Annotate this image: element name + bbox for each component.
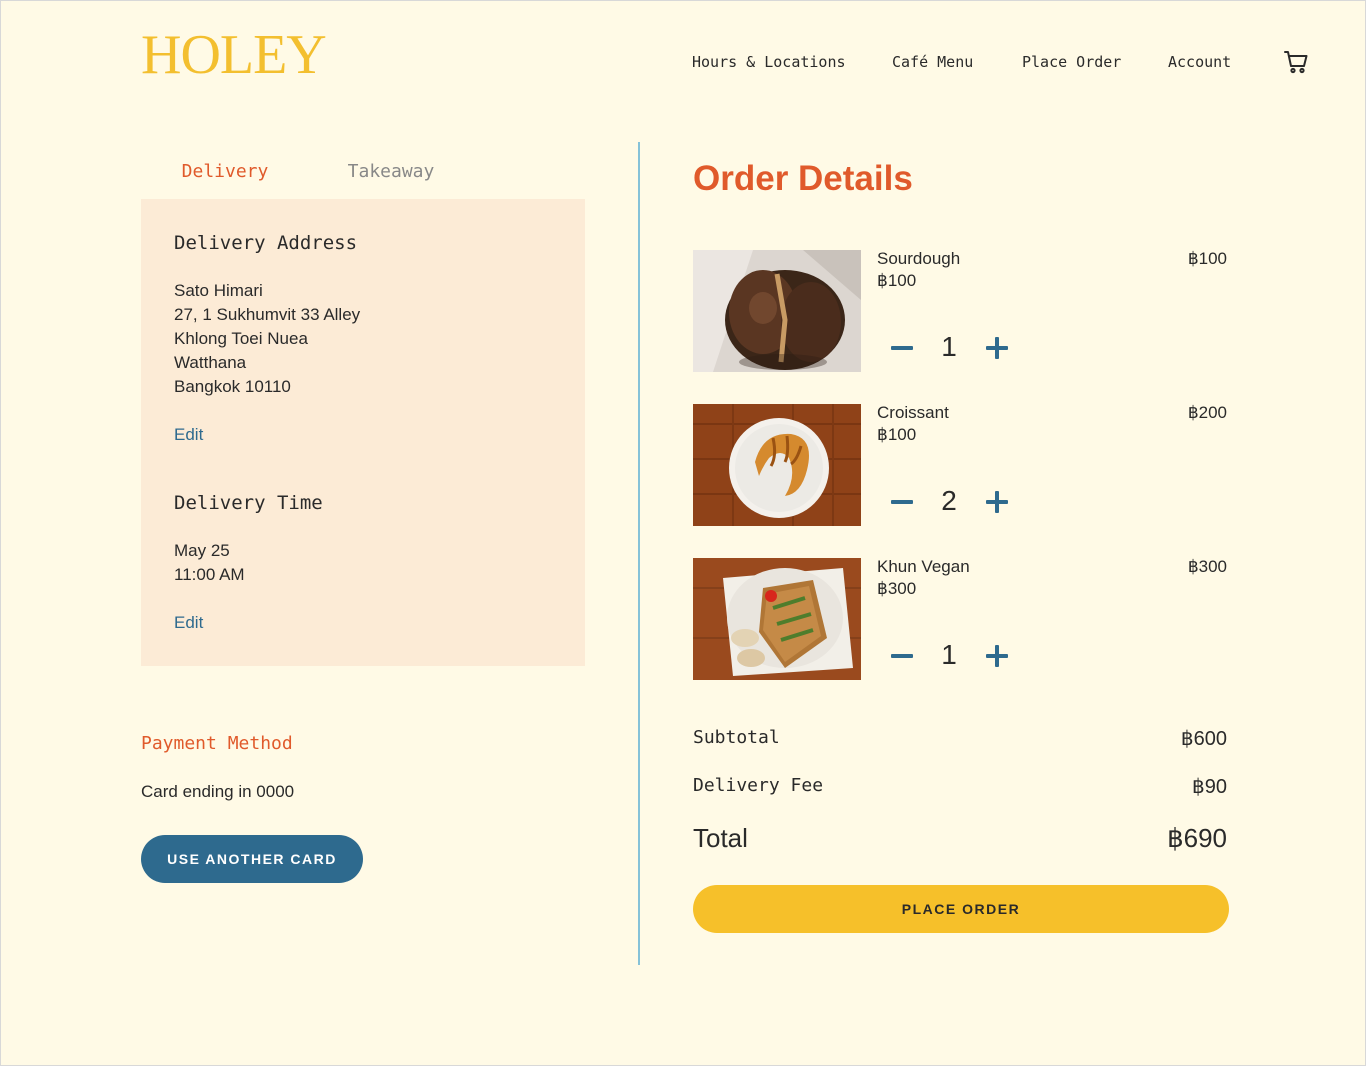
nav-hours-locations[interactable]: Hours & Locations — [692, 53, 846, 71]
item-line-total: ฿100 — [1187, 249, 1227, 268]
delivery-time-heading: Delivery Time — [174, 492, 323, 514]
item-line-total: ฿300 — [1187, 557, 1227, 576]
nav-cafe-menu[interactable]: Café Menu — [892, 53, 973, 71]
address-line: Bangkok 10110 — [174, 377, 291, 396]
delivery-panel: Delivery Address Sato Himari 27, 1 Sukhu… — [141, 199, 585, 666]
item-unit-price: ฿100 — [877, 271, 917, 290]
decrease-quantity-button[interactable] — [889, 643, 915, 669]
order-details-title: Order Details — [693, 159, 913, 198]
nav-place-order[interactable]: Place Order — [1022, 53, 1121, 71]
quantity-value: 1 — [941, 331, 957, 362]
subtotal-value: ฿600 — [1180, 728, 1227, 750]
edit-time-link[interactable]: Edit — [174, 613, 203, 633]
delivery-date: May 25 — [174, 541, 230, 560]
total-value: ฿690 — [1167, 823, 1227, 853]
item-line-total: ฿200 — [1187, 403, 1227, 422]
item-name: Sourdough — [877, 249, 961, 268]
croissant-image — [693, 404, 861, 526]
item-unit-price: ฿100 — [877, 425, 917, 444]
quantity-value: 1 — [941, 639, 957, 670]
delivery-fee-value: ฿90 — [1192, 776, 1227, 798]
address-line: Sato Himari — [174, 281, 263, 300]
decrease-quantity-button[interactable] — [889, 489, 915, 515]
delivery-fee-label: Delivery Fee — [693, 775, 824, 796]
nav-account[interactable]: Account — [1168, 53, 1231, 71]
item-name: Khun Vegan — [877, 557, 970, 576]
khun-vegan-image — [693, 558, 861, 680]
decrease-quantity-button[interactable] — [889, 335, 915, 361]
item-unit-price: ฿300 — [877, 579, 917, 598]
payment-method-title: Payment Method — [141, 733, 293, 754]
logo[interactable]: HOLEY — [141, 27, 327, 83]
increase-quantity-button[interactable] — [984, 643, 1010, 669]
column-divider — [638, 142, 640, 965]
increase-quantity-button[interactable] — [984, 335, 1010, 361]
item-name: Croissant — [877, 403, 949, 422]
tab-takeaway[interactable]: Takeaway — [307, 161, 475, 202]
cart-icon[interactable] — [1283, 49, 1309, 75]
increase-quantity-button[interactable] — [984, 489, 1010, 515]
edit-address-link[interactable]: Edit — [174, 425, 203, 445]
total-label: Total — [693, 823, 748, 853]
subtotal-label: Subtotal — [693, 727, 780, 748]
use-another-card-button[interactable]: USE ANOTHER CARD — [141, 835, 363, 883]
address-line: Watthana — [174, 353, 247, 372]
address-line: Khlong Toei Nuea — [174, 329, 308, 348]
delivery-address-heading: Delivery Address — [174, 232, 358, 254]
delivery-time: 11:00 AM — [174, 565, 245, 584]
card-ending-text: Card ending in 0000 — [141, 782, 295, 801]
sourdough-image — [693, 250, 861, 372]
quantity-value: 2 — [941, 485, 957, 516]
tab-delivery[interactable]: Delivery — [141, 161, 309, 202]
address-line: 27, 1 Sukhumvit 33 Alley — [174, 305, 361, 324]
place-order-button[interactable]: PLACE ORDER — [693, 885, 1229, 933]
